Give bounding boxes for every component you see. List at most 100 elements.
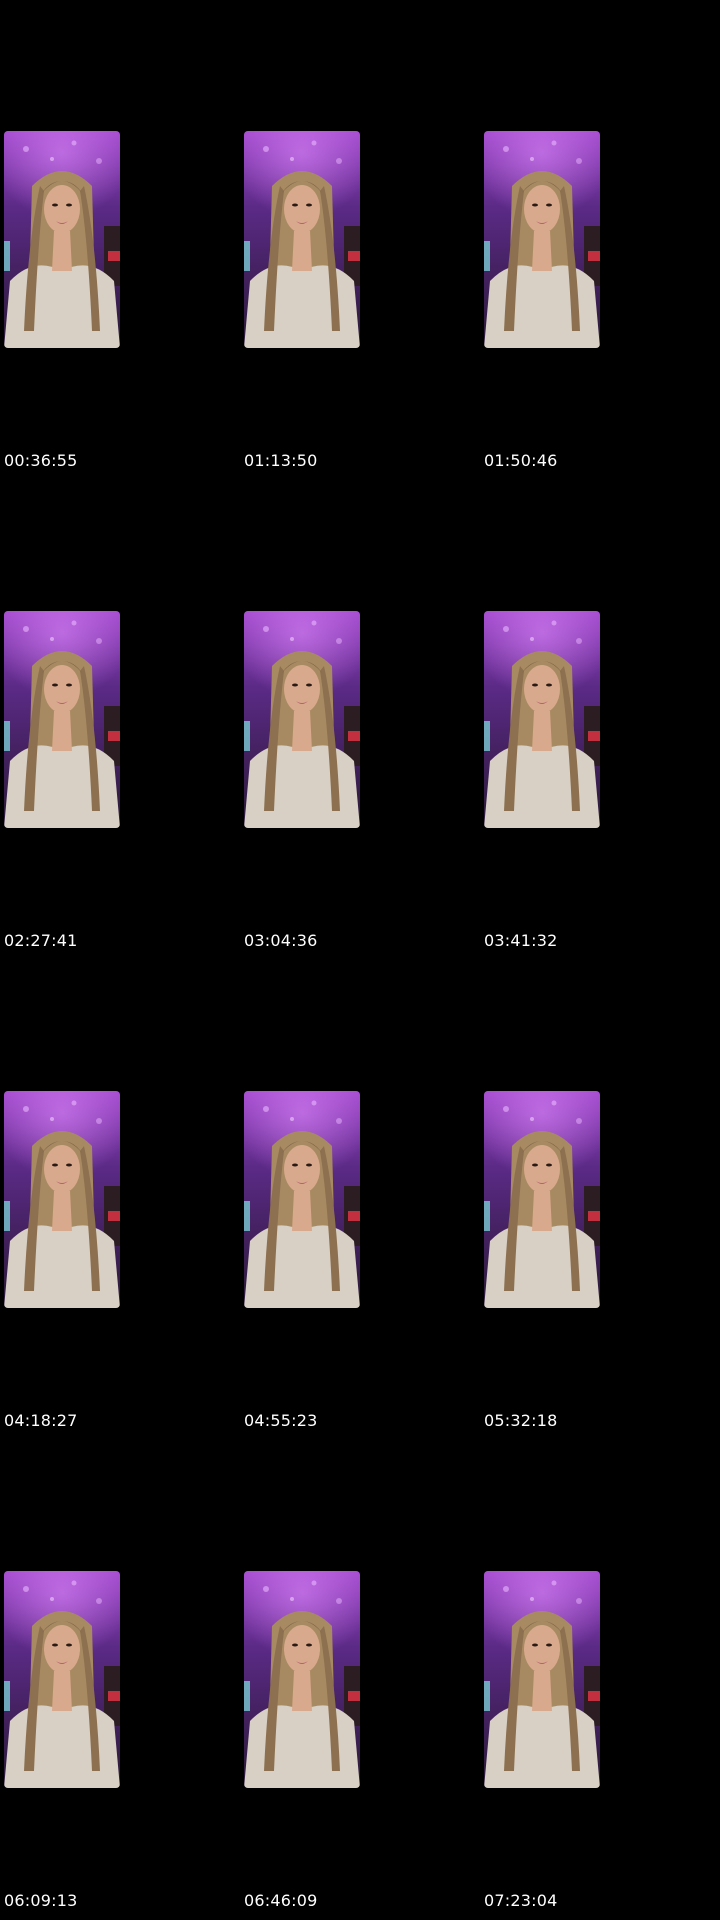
red-light [588,1691,600,1701]
top [4,745,120,828]
light-spot [96,1598,102,1604]
frame-timestamp: 06:09:13 [4,1891,78,1910]
video-frame-thumbnail[interactable] [484,131,600,348]
eye-right [546,683,552,687]
light-spot [551,1100,557,1106]
frame-timestamp: 07:23:04 [484,1891,558,1910]
light-spot [50,1117,54,1121]
eye-right [66,1163,72,1167]
video-frame-thumbnail[interactable] [4,1091,120,1308]
neck [292,231,312,271]
face [44,1625,80,1673]
red-light [108,731,120,741]
video-frame-thumbnail[interactable] [4,1571,120,1788]
neck [532,1191,552,1231]
light-spot [23,626,29,632]
face [524,185,560,233]
frame-illustration [4,611,120,828]
light-spot [576,1598,582,1604]
video-frame-thumbnail[interactable] [4,611,120,828]
light-spot [263,146,269,152]
face [44,665,80,713]
eye-right [306,203,312,207]
red-light [108,251,120,261]
contact-sheet-grid: 00:36:55 01:13:50 01:50:46 02:27:41 03:0… [0,0,720,1920]
frame-illustration [244,1571,360,1788]
shelf-left [244,1201,250,1231]
frame-illustration [4,131,120,348]
top [4,1225,120,1308]
frame-illustration [4,1091,120,1308]
frame-timestamp: 06:46:09 [244,1891,318,1910]
eye-right [306,1643,312,1647]
shelf-left [4,1201,10,1231]
eye-right [66,1643,72,1647]
neck [292,1191,312,1231]
light-spot [290,1117,294,1121]
red-light [108,1691,120,1701]
frame-illustration [484,1571,600,1788]
light-spot [551,140,557,146]
light-spot [336,1598,342,1604]
light-spot [530,1117,534,1121]
frame-cell: 05:32:18 [480,960,720,1440]
red-light [348,1211,360,1221]
face [284,1625,320,1673]
frame-illustration [244,611,360,828]
light-spot [530,157,534,161]
light-spot [311,140,317,146]
eye-left [52,203,58,207]
red-light [588,731,600,741]
frame-cell: 02:27:41 [0,480,240,960]
video-frame-thumbnail[interactable] [244,1091,360,1308]
light-spot [23,146,29,152]
eye-right [546,1163,552,1167]
eye-left [292,203,298,207]
light-spot [96,158,102,164]
shelf-left [4,721,10,751]
eye-left [532,1643,538,1647]
light-spot [311,1100,317,1106]
video-frame-thumbnail[interactable] [484,1571,600,1788]
face [284,185,320,233]
red-light [348,731,360,741]
eye-left [532,203,538,207]
frame-cell: 04:18:27 [0,960,240,1440]
neck [532,231,552,271]
frame-cell: 00:36:55 [0,0,240,480]
frame-cell: 06:46:09 [240,1440,480,1920]
light-spot [551,1580,557,1586]
frame-cell: 01:13:50 [240,0,480,480]
light-spot [311,620,317,626]
video-frame-thumbnail[interactable] [244,1571,360,1788]
light-spot [503,626,509,632]
frame-cell: 07:23:04 [480,1440,720,1920]
frame-timestamp: 03:41:32 [484,931,558,950]
light-spot [530,1597,534,1601]
light-spot [50,157,54,161]
frame-illustration [244,131,360,348]
neck [532,711,552,751]
video-frame-thumbnail[interactable] [484,611,600,828]
video-frame-thumbnail[interactable] [244,611,360,828]
frame-timestamp: 05:32:18 [484,1411,558,1430]
video-frame-thumbnail[interactable] [244,131,360,348]
frame-illustration [4,1571,120,1788]
red-light [348,1691,360,1701]
light-spot [576,158,582,164]
video-frame-thumbnail[interactable] [4,131,120,348]
eye-left [292,1163,298,1167]
eye-right [66,203,72,207]
top [484,1225,600,1308]
light-spot [263,626,269,632]
shelf-left [484,1681,490,1711]
eye-left [292,1643,298,1647]
top [484,265,600,348]
light-spot [71,1100,77,1106]
frame-illustration [484,131,600,348]
shelf-left [484,241,490,271]
video-frame-thumbnail[interactable] [484,1091,600,1308]
frame-timestamp: 04:18:27 [4,1411,78,1430]
eye-right [66,683,72,687]
neck [292,711,312,751]
